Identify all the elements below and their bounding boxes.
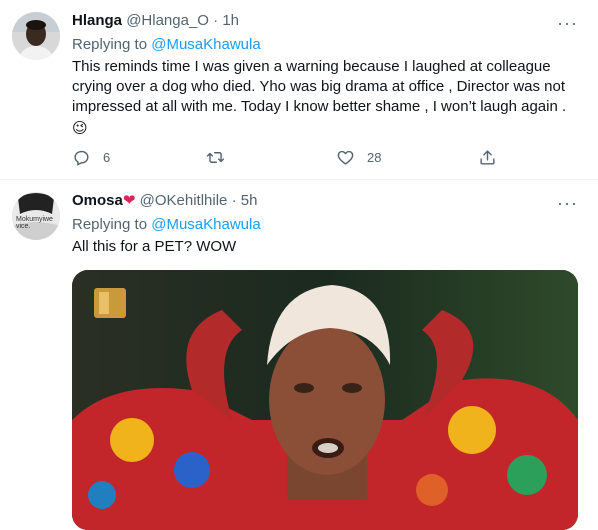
timestamp[interactable]: 1h bbox=[222, 12, 239, 29]
heart-emoji: ❤ bbox=[122, 192, 136, 209]
display-name[interactable]: Hlanga bbox=[72, 12, 122, 29]
replying-to: Replying to @MusaKhawula bbox=[72, 215, 261, 235]
mention-link[interactable]: @MusaKhawula bbox=[151, 216, 260, 233]
mention-link[interactable]: @MusaKhawula bbox=[151, 36, 260, 53]
avatar-caption: Mokumyiwe vice. bbox=[16, 216, 53, 230]
user-handle[interactable]: @Hlanga_O bbox=[126, 12, 209, 29]
dot-separator: · bbox=[231, 192, 237, 209]
replying-to: Replying to @MusaKhawula bbox=[72, 35, 261, 55]
tweet-2[interactable]: Mokumyiwe vice. Omosa❤ @OKehitlhile · 5h… bbox=[0, 180, 598, 530]
tweet-header: Hlanga @Hlanga_O · 1h bbox=[72, 11, 239, 31]
tweet-text: All this for a PET? WOW bbox=[72, 238, 237, 255]
action-bar: 6 28 bbox=[72, 148, 512, 168]
like-button[interactable]: 28 bbox=[336, 148, 381, 167]
reply-icon bbox=[74, 150, 89, 166]
display-name[interactable]: Omosa bbox=[72, 192, 123, 209]
share-button[interactable] bbox=[478, 148, 497, 167]
avatar[interactable]: Mokumyiwe vice. bbox=[12, 192, 60, 240]
user-handle[interactable]: @OKehitlhile bbox=[140, 192, 228, 209]
media-photo bbox=[72, 270, 578, 530]
tweet-media-image[interactable] bbox=[72, 270, 578, 530]
more-icon[interactable]: ··· bbox=[557, 14, 578, 32]
tweet-body: This reminds time I was given a warning … bbox=[72, 58, 567, 115]
reply-count: 6 bbox=[103, 150, 111, 165]
share-icon bbox=[480, 150, 495, 165]
tweet-text: This reminds time I was given a warning … bbox=[72, 57, 582, 139]
replying-to-label: Replying to bbox=[72, 216, 148, 233]
timestamp[interactable]: 5h bbox=[241, 192, 258, 209]
avatar[interactable] bbox=[12, 12, 60, 60]
tweet-header: Omosa❤ @OKehitlhile · 5h bbox=[72, 191, 257, 211]
tweet-1[interactable]: Hlanga @Hlanga_O · 1h ··· Replying to @M… bbox=[0, 0, 598, 180]
more-icon[interactable]: ··· bbox=[557, 194, 578, 212]
like-count: 28 bbox=[367, 150, 382, 165]
dot-separator: · bbox=[213, 12, 219, 29]
retweet-icon bbox=[206, 152, 225, 163]
retweet-button[interactable] bbox=[206, 148, 237, 167]
replying-to-label: Replying to bbox=[72, 36, 148, 53]
reply-button[interactable]: 6 bbox=[72, 148, 110, 167]
like-icon bbox=[337, 150, 354, 165]
avatar-photo bbox=[12, 12, 60, 60]
wink-emoji: 😉 bbox=[72, 120, 88, 137]
